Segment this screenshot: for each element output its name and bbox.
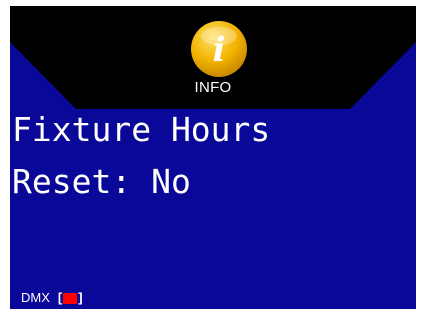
menu-line-fixture-hours: Fixture Hours — [12, 110, 271, 149]
display-screen: i INFO Fixture Hours Reset: No DMX [ ] — [10, 6, 416, 309]
menu-line-reset-value: Reset: No — [12, 162, 191, 201]
dmx-label: DMX — [21, 290, 50, 305]
dmx-signal-indicator — [63, 292, 78, 304]
dmx-status: DMX [ ] — [21, 290, 83, 306]
info-icon-glyph: i — [213, 30, 226, 70]
dmx-bracket-close: ] — [78, 290, 83, 305]
header-title: INFO — [194, 79, 232, 96]
info-icon: i — [191, 21, 247, 77]
dmx-bracket-open: [ — [57, 290, 63, 305]
